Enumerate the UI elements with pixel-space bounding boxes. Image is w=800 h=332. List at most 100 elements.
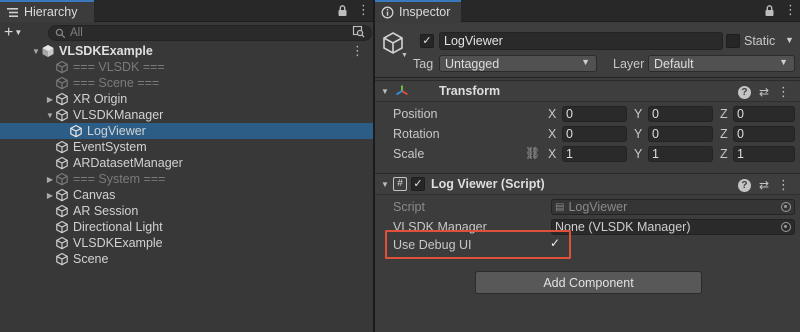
- tag-value: Untagged: [445, 56, 500, 71]
- axis-z-label[interactable]: Z: [720, 147, 728, 161]
- transform-scale-y-field[interactable]: [648, 146, 713, 162]
- tag-label: Tag: [413, 57, 434, 71]
- transform-rotation-x-field[interactable]: [562, 126, 627, 142]
- kebab-menu-icon[interactable]: ⋮: [351, 43, 364, 59]
- transform-position-y-field[interactable]: [648, 106, 713, 122]
- transform-scale-label: Scale: [393, 147, 425, 161]
- layer-dropdown[interactable]: Default ▼: [648, 55, 795, 72]
- collapse-arrow-icon[interactable]: ▼: [381, 87, 391, 96]
- hierarchy-row-label: VLSDKExample: [73, 236, 163, 250]
- hierarchy-row[interactable]: === Scene ===: [0, 75, 373, 91]
- axis-z-label[interactable]: Z: [720, 107, 728, 121]
- axis-x-label[interactable]: X: [548, 127, 556, 141]
- script-file-icon: ▤: [555, 201, 565, 213]
- highlight-box: [385, 230, 571, 259]
- object-picker-icon: [781, 202, 791, 212]
- axis-y-label[interactable]: Y: [634, 107, 642, 121]
- object-picker-icon[interactable]: [781, 222, 791, 232]
- hierarchy-row[interactable]: Directional Light: [0, 219, 373, 235]
- axis-y-label[interactable]: Y: [634, 147, 642, 161]
- kebab-menu-icon[interactable]: ⋮: [784, 3, 797, 17]
- caret-down-icon[interactable]: ▼: [401, 52, 408, 59]
- gameobject-header: ▼ ✓ ✓ Static ▼ Tag Untagged ▼ Layer Defa…: [375, 23, 800, 78]
- create-button[interactable]: + ▼: [4, 25, 30, 41]
- gameobject-cube-icon: [70, 124, 82, 138]
- presets-icon[interactable]: ⇄: [759, 178, 769, 192]
- static-checkbox[interactable]: ✓: [726, 34, 740, 48]
- vlsdk-manager-field[interactable]: None (VLSDK Manager): [551, 219, 795, 235]
- transform-position-label: Position: [393, 107, 438, 121]
- transform-scale-z-field[interactable]: [733, 146, 795, 162]
- logviewer-header[interactable]: ▼ # ✓ Log Viewer (Script) ? ⇄ ⋮: [375, 173, 800, 195]
- static-caret-icon[interactable]: ▼: [785, 35, 794, 45]
- gameobject-cube-icon: [56, 252, 68, 266]
- gameobject-cube-icon: [56, 108, 68, 122]
- collapse-arrow-icon[interactable]: ▼: [381, 180, 391, 189]
- script-field: ▤ LogViewer: [551, 199, 795, 215]
- hierarchy-row[interactable]: VLSDKExample: [0, 235, 373, 251]
- expand-arrow-icon[interactable]: ▼: [45, 111, 55, 120]
- tag-dropdown[interactable]: Untagged ▼: [439, 55, 597, 72]
- hierarchy-row[interactable]: Scene: [0, 251, 373, 267]
- hierarchy-row[interactable]: AR Session: [0, 203, 373, 219]
- kebab-menu-icon[interactable]: ⋮: [777, 84, 790, 100]
- hierarchy-row[interactable]: ARDatasetManager: [0, 155, 373, 171]
- hierarchy-row[interactable]: === VLSDK ===: [0, 59, 373, 75]
- hierarchy-row[interactable]: LogViewer: [0, 123, 373, 139]
- lock-icon[interactable]: [336, 4, 349, 17]
- transform-position-z-field[interactable]: [733, 106, 795, 122]
- hierarchy-row[interactable]: ▶ Canvas: [0, 187, 373, 203]
- kebab-menu-icon[interactable]: ⋮: [777, 177, 790, 193]
- search-filter-icon[interactable]: [352, 25, 365, 38]
- tab-hierarchy[interactable]: Hierarchy: [0, 0, 94, 22]
- gameobject-cube-icon: [56, 76, 68, 90]
- hierarchy-row-label: Scene: [73, 252, 109, 266]
- scene-root-row[interactable]: ▼ VLSDKExample ⋮: [0, 43, 373, 59]
- hierarchy-row-label: EventSystem: [73, 140, 147, 154]
- caret-down-icon: ▼: [14, 28, 23, 37]
- logviewer-tools: ? ⇄ ⋮: [737, 177, 790, 193]
- component-enabled-checkbox[interactable]: ✓: [411, 177, 425, 191]
- gameobject-cube-icon: [56, 188, 68, 202]
- transform-header[interactable]: ▼ Transform ? ⇄ ⋮: [375, 80, 800, 102]
- plus-icon: +: [4, 24, 14, 41]
- transform-rotation-z-field[interactable]: [733, 126, 795, 142]
- collapsed-arrow-icon[interactable]: ▶: [45, 95, 55, 104]
- axis-y-label[interactable]: Y: [634, 127, 642, 141]
- collapsed-arrow-icon[interactable]: ▶: [45, 191, 55, 200]
- search-icon: [55, 28, 66, 38]
- object-name-field[interactable]: [439, 32, 723, 50]
- hierarchy-row[interactable]: ▼ VLSDKManager: [0, 107, 373, 123]
- transform-rotation-y-field[interactable]: [648, 126, 713, 142]
- active-checkbox[interactable]: ✓: [420, 34, 434, 48]
- axis-x-label[interactable]: X: [548, 147, 556, 161]
- logviewer-title: Log Viewer (Script): [431, 177, 545, 191]
- axis-x-label[interactable]: X: [548, 107, 556, 121]
- transform-scale-x-field[interactable]: [562, 146, 627, 162]
- hierarchy-search[interactable]: [48, 25, 372, 41]
- lock-icon[interactable]: [763, 4, 776, 17]
- hierarchy-row[interactable]: EventSystem: [0, 139, 373, 155]
- add-component-button[interactable]: Add Component: [475, 271, 702, 294]
- layer-label: Layer: [613, 57, 645, 71]
- hierarchy-row-label: XR Origin: [73, 92, 128, 106]
- hierarchy-row-label: === VLSDK ===: [73, 60, 165, 74]
- expand-arrow-icon[interactable]: ▼: [31, 47, 41, 56]
- hierarchy-row[interactable]: ▶ XR Origin: [0, 91, 373, 107]
- tab-inspector[interactable]: Inspector: [375, 0, 461, 22]
- unity-scene-icon: [42, 45, 54, 57]
- scene-root-label: VLSDKExample: [59, 44, 153, 58]
- hierarchy-toolbar: + ▼: [0, 23, 373, 43]
- kebab-menu-icon[interactable]: ⋮: [357, 3, 370, 17]
- axis-z-label[interactable]: Z: [720, 127, 728, 141]
- presets-icon[interactable]: ⇄: [759, 85, 769, 99]
- help-icon[interactable]: ?: [737, 85, 751, 99]
- info-icon: [381, 6, 394, 18]
- constrain-proportions-icon[interactable]: ⛓: [525, 146, 540, 160]
- hierarchy-row[interactable]: ▶ === System ===: [0, 171, 373, 187]
- collapsed-arrow-icon[interactable]: ▶: [45, 175, 55, 184]
- search-input[interactable]: [70, 27, 350, 39]
- transform-position-x-field[interactable]: [562, 106, 627, 122]
- inspector-tab-tools: ⋮: [763, 3, 797, 17]
- help-icon[interactable]: ?: [737, 178, 751, 192]
